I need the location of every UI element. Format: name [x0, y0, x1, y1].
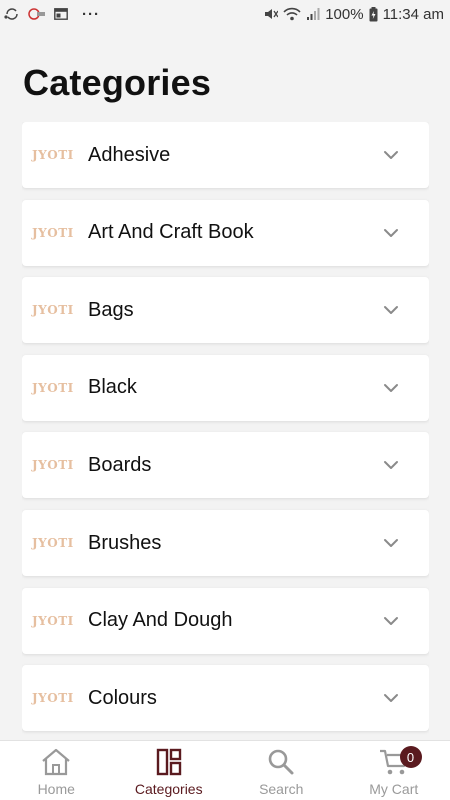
nav-home[interactable]: Home	[0, 741, 113, 800]
category-logo: JYOTI	[32, 225, 74, 240]
category-name: Brushes	[88, 531, 162, 554]
chevron-down-icon[interactable]	[379, 531, 403, 555]
category-name: Black	[88, 376, 137, 399]
category-logo: JYOTI	[32, 380, 74, 395]
chevron-down-icon[interactable]	[379, 376, 403, 400]
app-notification-icon	[28, 7, 46, 21]
category-item[interactable]: JYOTI Colours	[22, 665, 429, 732]
category-logo: JYOTI	[32, 148, 74, 162]
category-name: Clay And Dough	[88, 609, 233, 632]
nav-cart-label: My Cart	[369, 781, 419, 797]
battery-percent: 100%	[325, 5, 364, 23]
nav-search[interactable]: Search	[225, 741, 338, 800]
category-name: Art And Craft Book	[88, 221, 254, 244]
nav-categories[interactable]: Categories	[113, 741, 226, 800]
category-logo: JYOTI	[32, 536, 74, 550]
chevron-down-icon[interactable]	[379, 298, 403, 322]
category-logo: JYOTI	[32, 613, 74, 628]
home-icon	[40, 747, 72, 777]
chevron-down-icon[interactable]	[379, 686, 403, 710]
nav-home-label: Home	[37, 781, 75, 797]
chevron-down-icon[interactable]	[379, 143, 403, 167]
chevron-down-icon[interactable]	[379, 453, 403, 477]
battery-charging-icon	[369, 6, 378, 22]
category-name: Bags	[88, 298, 134, 321]
category-list[interactable]: JYOTI Adhesive JYOTI Art And Craft Book JYOT…	[22, 122, 429, 740]
chevron-down-icon[interactable]	[379, 221, 403, 245]
nav-categories-label: Categories	[134, 781, 203, 797]
category-logo: JYOTI	[32, 691, 74, 706]
mute-icon	[264, 7, 279, 21]
cart-count-badge: 0	[399, 746, 422, 768]
search-icon	[267, 747, 295, 777]
status-bar: ··· 100% 11:34 am	[0, 0, 450, 28]
category-item[interactable]: JYOTI Boards	[22, 432, 429, 499]
bottom-nav: Home Categories Search 0 My Cart	[0, 740, 450, 800]
category-name: Colours	[88, 686, 157, 709]
category-item[interactable]: JYOTI Black	[22, 354, 429, 421]
category-logo: JYOTI	[32, 458, 74, 473]
chevron-down-icon[interactable]	[379, 609, 403, 633]
category-name: Boards	[88, 453, 152, 476]
category-item[interactable]: JYOTI Brushes	[22, 510, 429, 576]
page-title: Categories	[23, 62, 212, 103]
category-name: Adhesive	[88, 143, 171, 166]
status-bar-right: 100% 11:34 am	[264, 6, 444, 23]
category-item[interactable]: JYOTI Clay And Dough	[22, 587, 429, 654]
categories-icon	[156, 747, 182, 777]
more-notifications-icon: ···	[82, 5, 100, 23]
nav-search-label: Search	[259, 781, 304, 797]
category-item[interactable]: JYOTI Art And Craft Book	[22, 199, 429, 266]
category-logo: JYOTI	[32, 303, 74, 318]
status-bar-left: ···	[4, 6, 100, 23]
category-item[interactable]: JYOTI Bags	[22, 277, 429, 344]
wifi-icon	[283, 7, 301, 21]
sync-icon	[4, 7, 20, 21]
status-time: 11:34 am	[382, 5, 444, 23]
category-item[interactable]: JYOTI Adhesive	[22, 122, 429, 188]
nav-cart[interactable]: 0 My Cart	[338, 741, 450, 800]
signal-icon	[306, 7, 320, 21]
window-icon	[54, 8, 68, 20]
